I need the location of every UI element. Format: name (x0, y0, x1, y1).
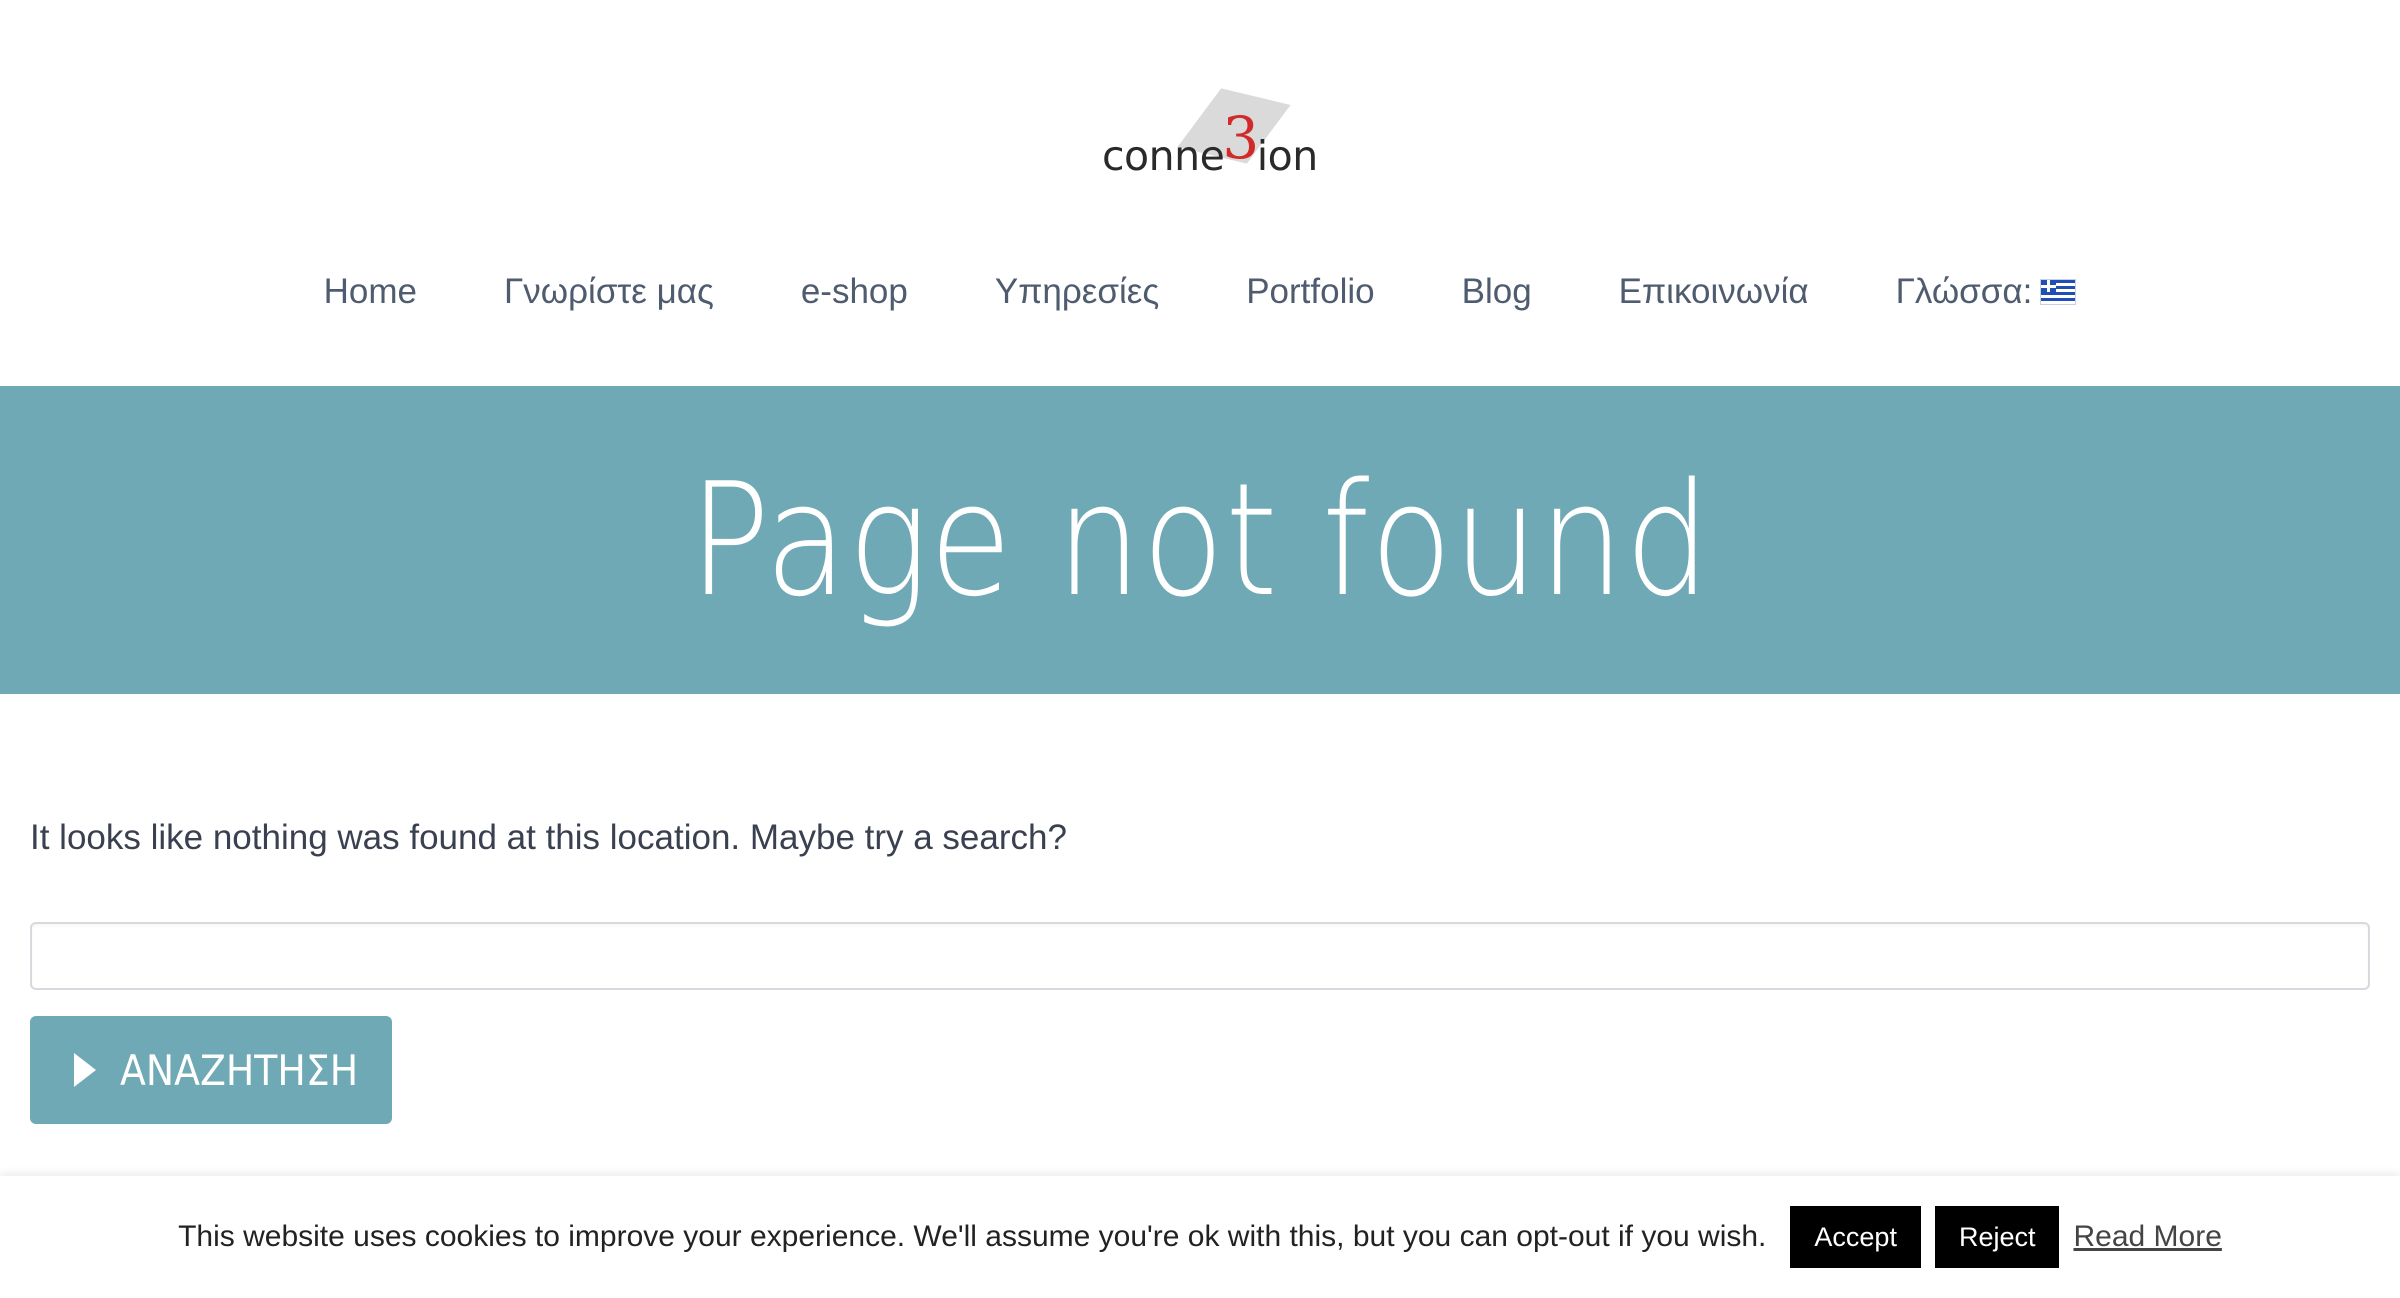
cookie-consent-bar: This website uses cookies to improve you… (0, 1176, 2400, 1298)
logo-text-before: conne (1102, 132, 1225, 180)
nav-item-blog[interactable]: Blog (1462, 272, 1532, 312)
logo-text-after: ion (1256, 132, 1318, 180)
nav-item-contact[interactable]: Επικοινωνία (1619, 272, 1809, 312)
search-button[interactable]: ΑΝΑΖΗΤΗΣΗ (30, 1016, 392, 1124)
not-found-message: It looks like nothing was found at this … (30, 818, 1067, 857)
nav-item-about[interactable]: Γνωρίστε μας (504, 272, 714, 312)
language-label: Γλώσσα: (1895, 272, 2033, 311)
cookie-text: This website uses cookies to improve you… (178, 1220, 1767, 1253)
greek-flag-icon (2040, 279, 2077, 305)
page-title: Page not found (689, 449, 1711, 631)
logo-text: conne3ion (1102, 104, 1318, 184)
page: conne3ion Home Γνωρίστε μας e-shop Υπηρε… (0, 0, 2400, 1298)
cookie-reject-button[interactable]: Reject (1934, 1206, 2060, 1268)
search-input[interactable] (30, 922, 2370, 990)
site-logo[interactable]: conne3ion (1098, 82, 1318, 182)
nav-item-portfolio[interactable]: Portfolio (1246, 272, 1374, 312)
search-button-label: ΑΝΑΖΗΤΗΣΗ (120, 1045, 359, 1095)
cookie-accept-button[interactable]: Accept (1790, 1206, 1921, 1268)
play-icon (74, 1053, 96, 1087)
cookie-read-more-link[interactable]: Read More (2073, 1220, 2221, 1254)
nav-item-services[interactable]: Υπηρεσίες (995, 272, 1159, 312)
nav-item-language[interactable]: Γλώσσα: (1896, 272, 2077, 312)
nav-item-eshop[interactable]: e-shop (801, 272, 908, 312)
nav-item-home[interactable]: Home (324, 272, 417, 312)
logo-text-mark: 3 (1222, 104, 1259, 172)
hero-banner: Page not found (0, 386, 2400, 694)
main-nav: Home Γνωρίστε μας e-shop Υπηρεσίες Portf… (0, 272, 2400, 312)
